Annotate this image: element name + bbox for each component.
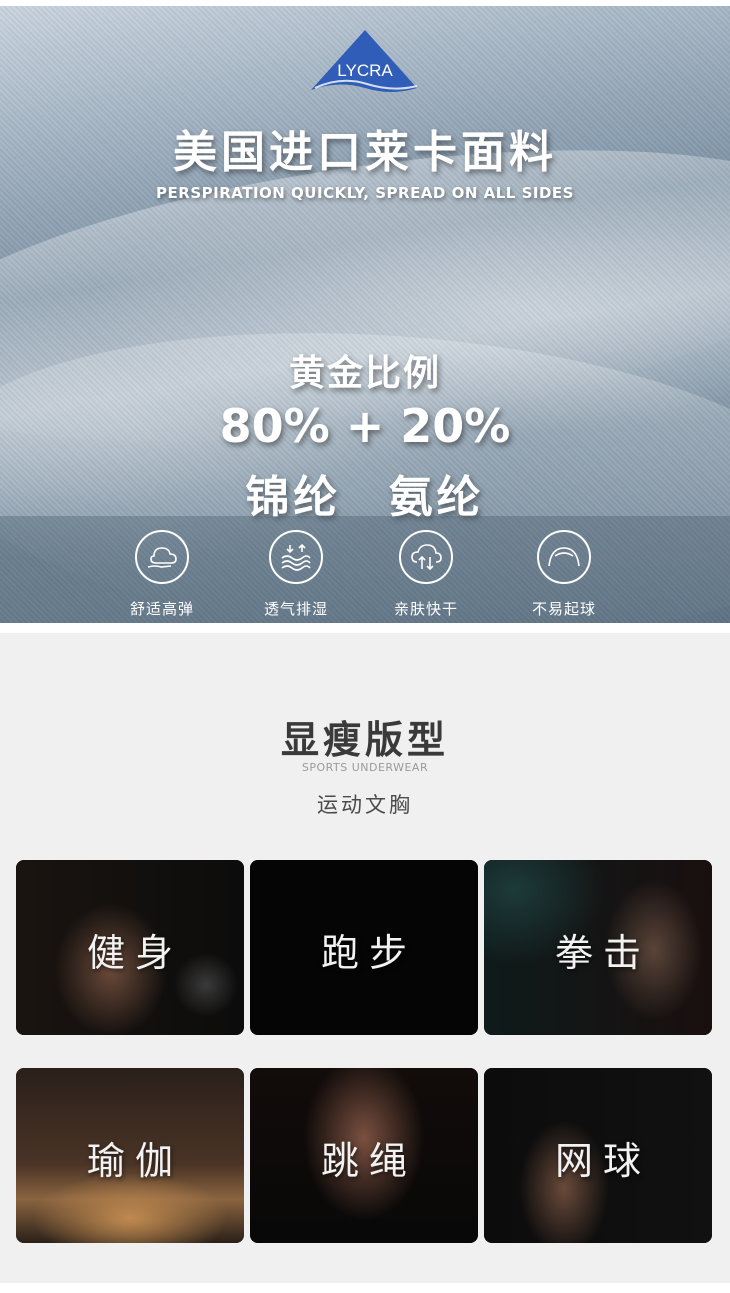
hero-title: 美国进口莱卡面料 [173, 127, 557, 178]
ratio-value: 80% + 20% [219, 399, 511, 453]
sport-card-jump-rope[interactable]: 跳绳 [250, 1068, 478, 1243]
feature-label: 舒适高弹 [129, 600, 194, 618]
hero-subtitle: PERSPIRATION QUICKLY, SPREAD ON ALL SIDE… [156, 184, 574, 202]
soft-cloud-hand-icon [135, 530, 189, 584]
feature-bar: 舒适高弹 透气排湿 亲肤快干 不易起球 [0, 516, 730, 623]
section-description: 运动文胸 [317, 793, 413, 817]
sport-card-label: 拳击 [554, 931, 651, 975]
quick-dry-cloud-icon [399, 530, 453, 584]
sport-card-running[interactable]: 跑步 [250, 860, 478, 1035]
feature-item: 舒适高弹 [102, 530, 222, 619]
sport-card-label: 健身 [86, 931, 183, 975]
lycra-fabric-banner: LYCRA 美国进口莱卡面料 PERSPIRATION QUICKLY, SPR… [0, 6, 730, 623]
feature-item: 亲肤快干 [366, 530, 486, 619]
sport-card-label: 瑜伽 [86, 1139, 183, 1183]
feature-label: 不易起球 [531, 600, 596, 618]
section-subtitle: SPORTS UNDERWEAR [301, 761, 429, 774]
section-title: 显瘦版型 [280, 718, 449, 762]
feature-item: 透气排湿 [236, 530, 356, 619]
sport-card-fitness[interactable]: 健身 [16, 860, 244, 1035]
sport-card-boxing[interactable]: 拳击 [484, 860, 712, 1035]
sport-card-label: 跳绳 [320, 1139, 417, 1183]
feature-item: 不易起球 [504, 530, 624, 619]
sports-section: 显瘦版型 SPORTS UNDERWEAR 运动文胸 健身 跑步 拳击 瑜伽 跳… [0, 633, 730, 1283]
sport-card-tennis[interactable]: 网球 [484, 1068, 712, 1243]
sport-card-label: 网球 [554, 1139, 651, 1183]
sport-card-label: 跑步 [320, 931, 417, 975]
breathable-wave-icon [269, 530, 323, 584]
lycra-logo-text: LYCRA [337, 61, 393, 80]
ratio-heading: 黄金比例 [288, 353, 441, 394]
anti-pilling-arc-icon [537, 530, 591, 584]
feature-label: 透气排湿 [263, 600, 328, 618]
lycra-logo: LYCRA [311, 30, 418, 92]
feature-label: 亲肤快干 [393, 600, 458, 618]
sport-card-yoga[interactable]: 瑜伽 [16, 1068, 244, 1243]
